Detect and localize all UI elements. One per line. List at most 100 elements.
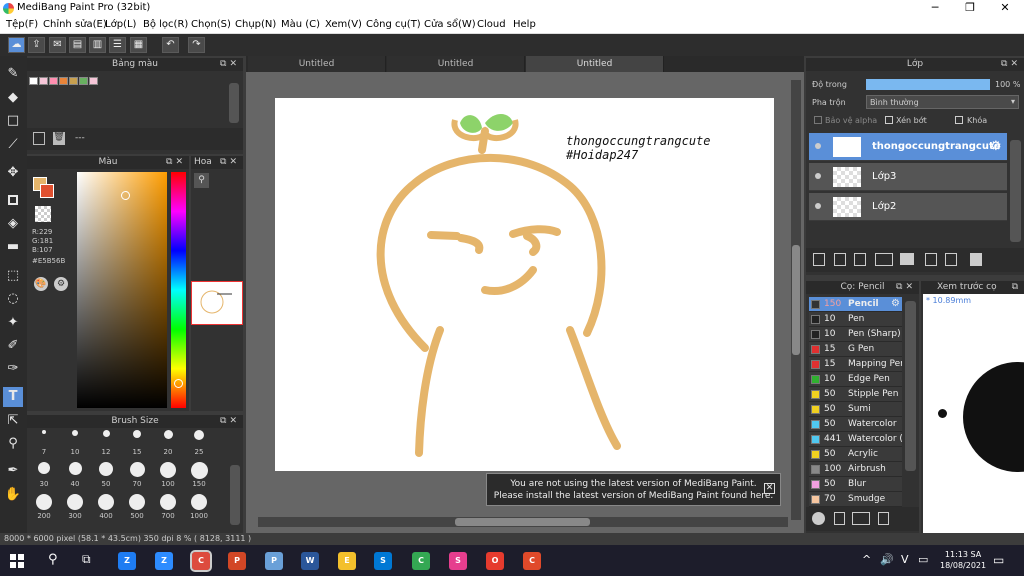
brush-cloud-icon[interactable]: [812, 512, 825, 525]
brush-tool-icon[interactable]: ✎: [3, 64, 23, 84]
trash-icon[interactable]: 🗑: [53, 132, 65, 145]
brush-size-option[interactable]: 400: [95, 494, 117, 520]
battery-icon[interactable]: ▭: [918, 553, 928, 566]
grid-icon[interactable]: ▦: [130, 37, 147, 53]
brush-item[interactable]: 50 Blur: [809, 477, 902, 492]
comment-icon[interactable]: ✉: [49, 37, 66, 53]
select-eraser-icon[interactable]: ✑: [3, 359, 23, 379]
duplicate-layer-icon[interactable]: [925, 253, 937, 266]
task-view-icon[interactable]: ⧉: [82, 552, 91, 567]
list-icon[interactable]: ☰: [109, 37, 126, 53]
taskbar-app-icon[interactable]: C: [412, 552, 430, 570]
select-rect-icon[interactable]: ⬚: [3, 266, 23, 286]
panel-buttons[interactable]: ⧉✕: [1001, 58, 1021, 71]
brush-size-option[interactable]: 300: [64, 494, 86, 520]
navigator-thumbnail[interactable]: [191, 281, 243, 325]
menu-window[interactable]: Cửa sổ(W): [424, 19, 476, 30]
eyedropper-icon[interactable]: ✒: [3, 461, 23, 481]
protect-alpha-checkbox[interactable]: [814, 116, 822, 124]
windows-start-icon[interactable]: [10, 554, 24, 568]
taskbar-app-icon[interactable]: Z: [118, 552, 136, 570]
menu-edit[interactable]: Chỉnh sửa(E): [43, 19, 107, 30]
taskbar-app-icon[interactable]: C: [190, 550, 212, 572]
brush-item[interactable]: 10 Pen (Sharp): [809, 327, 902, 342]
line-tool-icon[interactable]: ⟋: [3, 135, 23, 155]
brush-size-option[interactable]: 40: [64, 462, 86, 488]
taskbar-app-icon[interactable]: P: [265, 552, 283, 570]
menu-layer[interactable]: Lớp(L): [105, 19, 136, 30]
brush-size-option[interactable]: 70: [126, 462, 148, 488]
notification-icon[interactable]: ▭: [993, 553, 1004, 567]
update-notice[interactable]: You are not using the latest version of …: [486, 473, 781, 506]
clock[interactable]: 11:13 SA 18/08/2021: [940, 549, 986, 571]
brush-size-option[interactable]: 100: [157, 462, 179, 488]
eraser-tool-icon[interactable]: ◆: [3, 88, 23, 108]
chevron-up-icon[interactable]: ^: [862, 553, 871, 566]
layer-row[interactable]: Lớp2: [809, 193, 1007, 221]
vertical-scrollbar[interactable]: [791, 80, 801, 520]
brush-item[interactable]: 50 Stipple Pen: [809, 387, 902, 402]
brush-size-option[interactable]: 25: [188, 430, 210, 456]
delete-layer-icon[interactable]: [970, 253, 982, 266]
menu-select[interactable]: Chọn(S): [191, 19, 231, 30]
new-brush-icon[interactable]: [834, 512, 845, 525]
dropper-tool-icon[interactable]: ⚲: [3, 434, 23, 454]
vertical-scroll-thumb[interactable]: [792, 245, 800, 355]
hue-slider[interactable]: [171, 172, 186, 408]
brush-size-option[interactable]: 15: [126, 430, 148, 456]
brush-size-option[interactable]: 20: [157, 430, 179, 456]
brush-settings-icon[interactable]: [878, 512, 889, 525]
brush-item[interactable]: 50 Watercolor: [809, 417, 902, 432]
undo-button[interactable]: ↶: [162, 37, 179, 53]
menu-help[interactable]: Help: [513, 19, 536, 30]
text-tool-icon[interactable]: T: [3, 387, 23, 407]
brush-size-option[interactable]: 1000: [188, 494, 210, 520]
panel-buttons[interactable]: ⧉✕: [220, 156, 240, 169]
palette-swatch[interactable]: [39, 77, 48, 85]
taskbar-app-icon[interactable]: Z: [155, 552, 173, 570]
brush-item[interactable]: 441 Watercolor (W: [809, 432, 902, 447]
taskbar-app-icon[interactable]: P: [228, 552, 246, 570]
dot-tool-icon[interactable]: □: [3, 111, 23, 131]
hand-tool-icon[interactable]: ✋: [3, 485, 23, 505]
lock-checkbox[interactable]: [955, 116, 963, 124]
palette-scrollbar[interactable]: [229, 83, 239, 123]
brush-item[interactable]: 15 G Pen: [809, 342, 902, 357]
color-picker-handle[interactable]: [121, 191, 130, 200]
taskbar-app-icon[interactable]: E: [338, 552, 356, 570]
brush-item[interactable]: 15 Mapping Pen: [809, 357, 902, 372]
gear-icon[interactable]: ⚙: [891, 298, 900, 309]
zoom-icon[interactable]: ⚲: [194, 173, 209, 188]
taskbar-app-icon[interactable]: S: [374, 552, 392, 570]
clip-checkbox[interactable]: [885, 116, 893, 124]
panel-buttons[interactable]: ⧉: [1012, 281, 1021, 294]
brush-size-scrollbar[interactable]: [230, 465, 240, 525]
lasso-tool-icon[interactable]: ◌: [3, 289, 23, 309]
menu-filter[interactable]: Bộ lọc(R): [143, 19, 188, 30]
drawing-canvas[interactable]: thongoccungtrangcute #Hoidap247: [275, 98, 774, 471]
panel-buttons[interactable]: ⧉✕: [220, 58, 240, 71]
magic-wand-icon[interactable]: ✦: [3, 313, 23, 333]
rect-tool-icon[interactable]: [3, 190, 23, 210]
folder-icon[interactable]: [900, 253, 914, 265]
palette-swatch[interactable]: [49, 77, 58, 85]
merge-layer-icon[interactable]: [945, 253, 957, 266]
share-icon[interactable]: ⇪: [28, 37, 45, 53]
panel-buttons[interactable]: ⧉✕: [166, 156, 186, 169]
background-color[interactable]: [40, 184, 54, 198]
palette-swatch[interactable]: [29, 77, 38, 85]
horizontal-scroll-thumb[interactable]: [455, 518, 590, 526]
brush-item[interactable]: 50 Sumi: [809, 402, 902, 417]
brush-item[interactable]: 100 Airbrush: [809, 462, 902, 477]
add-brush-menu-icon[interactable]: [852, 512, 870, 525]
brush-size-option[interactable]: 150: [188, 462, 210, 488]
new-8bit-layer-icon[interactable]: [854, 253, 866, 266]
saturation-value-picker[interactable]: [77, 172, 167, 408]
move-tool-icon[interactable]: ✥: [3, 163, 23, 183]
brush-size-option[interactable]: 500: [126, 494, 148, 520]
new-layer-icon[interactable]: [813, 253, 825, 266]
fill-tool-icon[interactable]: ◈: [3, 214, 23, 234]
new-halftone-layer-icon[interactable]: [834, 253, 846, 266]
brush-item[interactable]: 10 Edge Pen: [809, 372, 902, 387]
brush-size-option[interactable]: 7: [33, 430, 55, 456]
